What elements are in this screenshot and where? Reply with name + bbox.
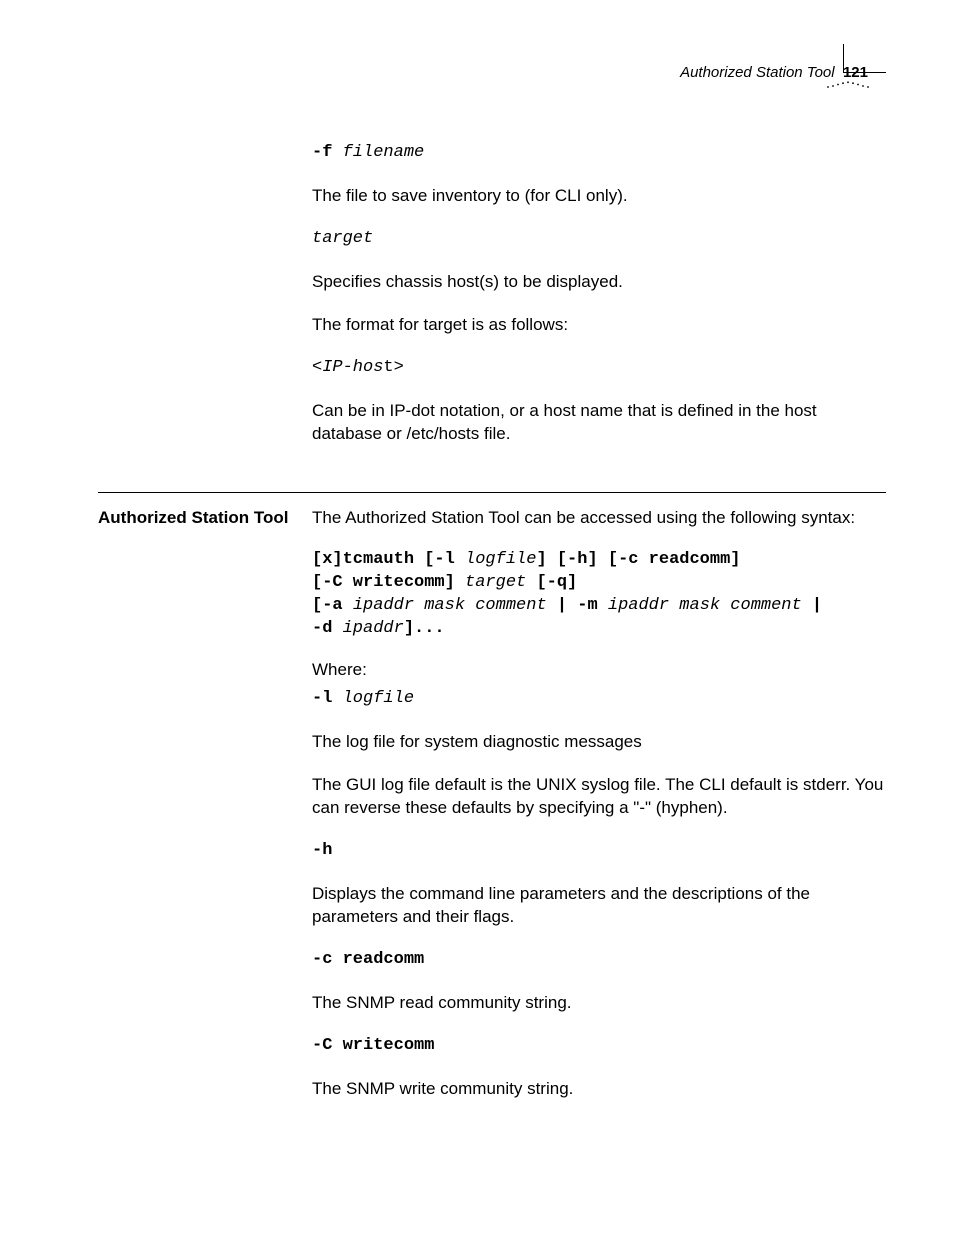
paragraph: The file to save inventory to (for CLI o…: [312, 185, 886, 208]
section-heading: Authorized Station Tool: [98, 507, 294, 1121]
section-body: The Authorized Station Tool can be acces…: [312, 507, 886, 1121]
syntax-block: [x]tcmauth [-l logfile] [-h] [-c readcom…: [312, 549, 886, 641]
option-flag: -c readcomm: [312, 949, 886, 972]
paragraph: Where:: [312, 659, 886, 682]
section-continued: -f filename The file to save inventory t…: [98, 130, 886, 466]
paragraph: Specifies chassis host(s) to be displaye…: [312, 271, 886, 294]
paragraph: Displays the command line parameters and…: [312, 883, 886, 929]
iphost-arg: IP-hos: [322, 358, 383, 377]
section-authorized-station-tool: Authorized Station Tool The Authorized S…: [98, 492, 886, 1121]
option-line: -l logfile: [312, 688, 886, 711]
content: -f filename The file to save inventory t…: [98, 130, 886, 1120]
arg-line: target: [312, 228, 886, 251]
page: Authorized Station Tool 121: [0, 0, 954, 1120]
paragraph: The SNMP read community string.: [312, 992, 886, 1015]
paragraph: Can be in IP-dot notation, or a host nam…: [312, 400, 886, 446]
option-flag: -C writecomm: [312, 1035, 886, 1058]
section-body: -f filename The file to save inventory t…: [312, 142, 886, 466]
page-header: Authorized Station Tool 121: [98, 64, 886, 92]
paragraph: The log file for system diagnostic messa…: [312, 731, 886, 754]
paragraph: The SNMP write community string.: [312, 1078, 886, 1101]
angle-open: <: [312, 358, 322, 377]
header-corner-line: [843, 44, 886, 73]
iphost-trail: t: [383, 358, 393, 377]
option-flag: -f: [312, 143, 332, 162]
section-heading: [98, 142, 294, 466]
paragraph: The GUI log file default is the UNIX sys…: [312, 774, 886, 820]
option-line: -f filename: [312, 142, 886, 165]
option-arg: filename: [343, 143, 425, 162]
option-flag: -l: [312, 689, 332, 708]
angle-close: >: [394, 358, 404, 377]
header-title: Authorized Station Tool: [680, 64, 835, 81]
paragraph: The Authorized Station Tool can be acces…: [312, 507, 886, 530]
paragraph: The format for target is as follows:: [312, 314, 886, 337]
iphost-line: <IP-host>: [312, 357, 886, 380]
option-flag: -h: [312, 840, 886, 863]
option-arg: logfile: [343, 689, 414, 708]
